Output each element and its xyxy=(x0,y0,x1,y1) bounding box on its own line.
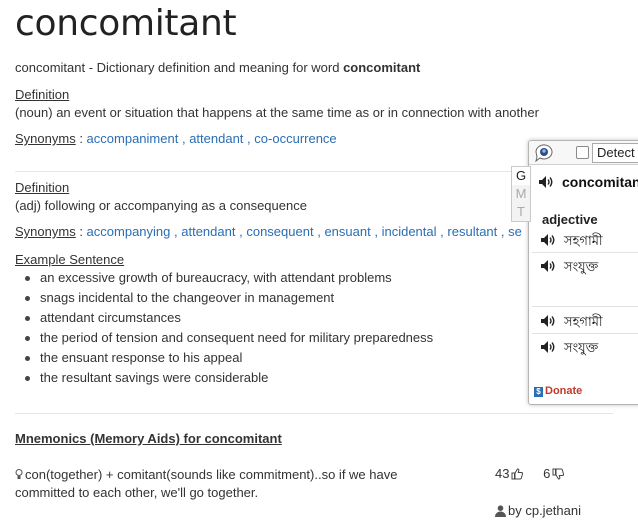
translation-item: সহগামী xyxy=(540,313,603,334)
user-icon xyxy=(495,505,506,517)
synonyms-1-label: Synonyms xyxy=(15,131,76,146)
definition-1-text: (noun) an event or situation that happen… xyxy=(15,105,539,120)
translation-text: সংযুক্ত xyxy=(564,260,599,275)
thumbs-up-icon xyxy=(511,468,524,480)
part-of-speech: adjective xyxy=(542,212,598,227)
speaker-icon[interactable] xyxy=(540,314,556,328)
downvote-count: 6 xyxy=(543,466,551,481)
synonym-link[interactable]: attendant xyxy=(181,224,235,239)
popup-word-row: concomitant xyxy=(538,174,638,190)
downvote-button[interactable]: 6 xyxy=(543,466,565,481)
synonym-link[interactable]: co-occurrence xyxy=(254,131,336,146)
mnemonic-entry: con(together) + comitant(sounds like com… xyxy=(15,466,425,502)
popup-word: concomitant xyxy=(562,174,638,190)
example-item: an excessive growth of bureaucracy, with… xyxy=(22,270,433,290)
donate-label: Donate xyxy=(545,385,583,397)
subtitle-word: concomitant xyxy=(343,60,421,75)
donate-link[interactable]: $ Donate xyxy=(534,385,582,397)
tab-t[interactable]: T xyxy=(512,203,530,221)
page-subtitle: concomitant - Dictionary definition and … xyxy=(15,60,420,75)
mnemonics-title: Mnemonics (Memory Aids) for concomitant xyxy=(15,431,282,446)
popup-toolbar: Detect xyxy=(529,141,638,165)
translation-item: সহগামী xyxy=(540,232,603,253)
page-title: concomitant xyxy=(15,3,237,44)
speaker-icon[interactable] xyxy=(540,233,556,247)
upvote-button[interactable]: 43 xyxy=(495,466,524,481)
subtitle-prefix: concomitant - Dictionary definition and … xyxy=(15,60,344,75)
author-name[interactable]: by cp.jethani xyxy=(508,503,581,518)
example-item: snags incidental to the changeover in ma… xyxy=(22,290,433,310)
definition-2-heading: Definition xyxy=(15,180,70,195)
detect-checkbox[interactable] xyxy=(576,146,589,159)
synonym-link[interactable]: incidental xyxy=(382,224,437,239)
synonym-link[interactable]: accompanying xyxy=(87,224,171,239)
synonym-link[interactable]: accompaniment xyxy=(87,131,179,146)
popup-tab-strip: G M T xyxy=(511,166,531,222)
synonyms-2: Synonyms : accompanying , attendant , co… xyxy=(15,224,522,239)
tab-m[interactable]: M xyxy=(512,185,530,203)
thumbs-down-icon xyxy=(552,468,565,480)
divider xyxy=(532,306,638,307)
synonym-link[interactable]: resultant xyxy=(447,224,497,239)
synonym-link[interactable]: se xyxy=(508,224,522,239)
synonyms-2-label: Synonyms xyxy=(15,224,76,239)
author: by cp.jethani xyxy=(495,503,581,518)
example-item: the resultant savings were considerable xyxy=(22,370,433,390)
synonyms-1: Synonyms : accompaniment , attendant , c… xyxy=(15,131,337,146)
speaker-icon[interactable] xyxy=(540,340,556,354)
dollar-icon: $ xyxy=(534,387,543,397)
definition-2-text: (adj) following or accompanying as a con… xyxy=(15,198,307,213)
translation-text: সহগামী xyxy=(564,315,603,330)
mnemonic-text: con(together) + comitant(sounds like com… xyxy=(15,467,398,500)
detect-language-select[interactable]: Detect xyxy=(592,143,638,163)
example-item: the ensuant response to his appeal xyxy=(22,350,433,370)
vote-bar: 43 6 xyxy=(495,466,565,481)
tab-google[interactable]: G xyxy=(512,167,530,185)
definition-1-heading: Definition xyxy=(15,87,70,102)
translation-text: সংযুক্ত xyxy=(564,341,599,356)
lightbulb-icon xyxy=(15,469,23,479)
divider xyxy=(15,413,613,414)
example-item: the period of tension and consequent nee… xyxy=(22,330,433,350)
synonym-link[interactable]: ensuant xyxy=(324,224,370,239)
translation-text: সহগামী xyxy=(564,234,603,249)
synonym-link[interactable]: consequent xyxy=(246,224,313,239)
translation-item: সংযুক্ত xyxy=(540,258,598,279)
upvote-count: 43 xyxy=(495,466,510,481)
speaker-icon[interactable] xyxy=(538,175,554,189)
synonym-link[interactable]: attendant xyxy=(189,131,243,146)
translation-item: সংযুক্ত xyxy=(540,339,598,360)
divider xyxy=(532,333,638,334)
example-item: attendant circumstances xyxy=(22,310,433,330)
example-list: an excessive growth of bureaucracy, with… xyxy=(22,270,433,390)
divider xyxy=(532,252,638,253)
example-heading: Example Sentence xyxy=(15,252,125,267)
translator-logo-icon[interactable] xyxy=(534,144,554,162)
speaker-icon[interactable] xyxy=(540,259,556,273)
